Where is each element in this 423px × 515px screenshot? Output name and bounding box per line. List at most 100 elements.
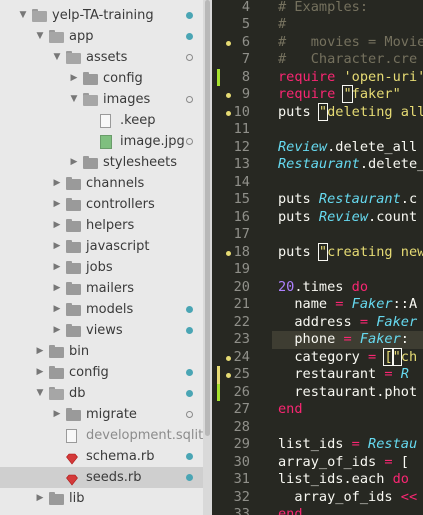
chevron-right-icon[interactable]: ▶ [69, 68, 79, 89]
code-line[interactable]: 10 puts "deleting all [212, 102, 423, 122]
chevron-right-icon[interactable]: ▶ [35, 488, 45, 509]
code-line[interactable]: 13 Restaurant.delete_ [212, 156, 423, 174]
chevron-right-icon[interactable]: ▶ [52, 278, 62, 299]
code-line[interactable]: 7 # Character.cre [212, 51, 423, 69]
code-line[interactable]: 24 category = ["ch [212, 347, 423, 367]
tree-folder-controllers[interactable]: ▶ controllers [0, 194, 203, 215]
chevron-down-icon[interactable]: ▼ [35, 383, 45, 404]
tree-folder-config[interactable]: ▶ config [0, 362, 203, 383]
code-token: name [278, 296, 336, 312]
tree-folder-channels[interactable]: ▶ channels [0, 173, 203, 194]
chevron-right-icon[interactable]: ▶ [69, 152, 79, 173]
line-number: 21 [233, 296, 250, 312]
chevron-down-icon[interactable]: ▼ [69, 89, 79, 110]
code-text: require 'open-uri' [278, 69, 423, 87]
tree-folder-helpers[interactable]: ▶ helpers [0, 215, 203, 236]
tree-folder-assets[interactable]: ▼ assets [0, 47, 203, 68]
code-token: # [278, 16, 287, 32]
code-editor[interactable]: 4 # Examples: 5 #6 # movies = Movie 7 # Charac… [212, 0, 423, 515]
sidebar-scrollbar-thumb[interactable] [205, 0, 210, 436]
code-line[interactable]: 33 end [212, 506, 423, 515]
code-line[interactable]: 27 end [212, 401, 423, 419]
code-line[interactable]: 19 [212, 261, 423, 279]
tree-folder-views[interactable]: ▶ views [0, 320, 203, 341]
git-untracked-indicator [186, 411, 193, 418]
code-token: " [317, 102, 329, 121]
chevron-right-icon[interactable]: ▶ [35, 362, 45, 383]
chevron-right-icon[interactable]: ▶ [52, 173, 62, 194]
code-line[interactable]: 30 array_of_ids = [ [212, 454, 423, 472]
tree-item-label: assets [86, 50, 128, 65]
code-token: category [278, 348, 369, 365]
code-line[interactable]: 22 address = Faker [212, 314, 423, 332]
ruby-file-icon [66, 451, 78, 465]
code-line[interactable]: 14 [212, 174, 423, 192]
code-line[interactable]: 8 require 'open-uri' [212, 68, 423, 87]
code-line[interactable]: 4 # Examples: [212, 0, 423, 16]
tree-folder-app[interactable]: ▼ app [0, 26, 203, 47]
code-line[interactable]: 15 puts Restaurant.c [212, 191, 423, 209]
tree-file--keep[interactable]: .keep [0, 110, 203, 131]
code-line[interactable]: 29 list_ids = Restau [212, 436, 423, 454]
tree-folder-javascript[interactable]: ▶ javascript [0, 236, 203, 257]
tree-folder-stylesheets[interactable]: ▶ stylesheets [0, 152, 203, 173]
code-token: Restaurant [278, 156, 360, 172]
code-line[interactable]: 17 [212, 226, 423, 244]
code-token: end [278, 401, 303, 417]
line-number: 29 [233, 436, 250, 452]
code-text: # Character.cre [278, 51, 417, 69]
code-line[interactable]: 11 [212, 121, 423, 139]
chevron-right-icon[interactable]: ▶ [52, 236, 62, 257]
code-line[interactable]: 23 phone = Faker: [212, 331, 423, 349]
line-number: 26 [233, 383, 250, 400]
tree-folder-config[interactable]: ▶ config [0, 68, 203, 89]
code-line[interactable]: 18 puts "creating new [212, 242, 423, 262]
chevron-right-icon[interactable]: ▶ [52, 257, 62, 278]
tree-file-schema-rb[interactable]: schema.rb [0, 446, 203, 467]
chevron-right-icon[interactable]: ▶ [52, 194, 62, 215]
chevron-right-icon[interactable]: ▶ [35, 341, 45, 362]
tree-file-development-sqlite3[interactable]: development.sqlite3 [0, 425, 203, 446]
file-icon [100, 114, 111, 128]
code-line[interactable]: 5 # [212, 16, 423, 34]
tree-file-seeds-rb[interactable]: seeds.rb [0, 467, 203, 488]
tree-folder-bin[interactable]: ▶ bin [0, 341, 203, 362]
chevron-down-icon[interactable]: ▼ [35, 26, 45, 47]
code-line[interactable]: 32 array_of_ids << [212, 489, 423, 507]
chevron-down-icon[interactable]: ▼ [18, 5, 28, 26]
tree-item-label: yelp-TA-training [52, 8, 154, 23]
line-number: 8 [241, 68, 250, 85]
code-line[interactable]: 21 name = Faker::A [212, 296, 423, 314]
code-line[interactable]: 26 restaurant.phot [212, 383, 423, 401]
code-text: array_of_ids = [ [278, 454, 409, 472]
code-line[interactable]: 16 puts Review.count [212, 209, 423, 227]
tree-folder-mailers[interactable]: ▶ mailers [0, 278, 203, 299]
code-token: Faker [359, 331, 401, 347]
code-line[interactable]: 25 restaurant = R [212, 366, 423, 384]
code-line[interactable]: 20 20.times do [212, 279, 423, 297]
code-text: end [278, 506, 303, 515]
code-token: .count [368, 208, 418, 225]
tree-file-image-jpg[interactable]: image.jpg [0, 131, 203, 152]
tree-folder-migrate[interactable]: ▶ migrate [0, 404, 203, 425]
tree-item-label: .keep [120, 113, 156, 128]
folder-open-icon [66, 51, 81, 64]
chevron-down-icon[interactable]: ▼ [52, 47, 62, 68]
tree-folder-jobs[interactable]: ▶ jobs [0, 257, 203, 278]
chevron-right-icon[interactable]: ▶ [52, 299, 62, 320]
code-line[interactable]: 9 require "faker" [212, 85, 423, 104]
code-line[interactable]: 6 # movies = Movie [212, 34, 423, 52]
tree-folder-yelp-ta-training[interactable]: ▼ yelp-TA-training [0, 5, 203, 26]
tree-folder-images[interactable]: ▼ images [0, 89, 203, 110]
chevron-right-icon[interactable]: ▶ [52, 404, 62, 425]
tree-folder-lib[interactable]: ▶ lib [0, 488, 203, 509]
tree-folder-db[interactable]: ▼ db [0, 383, 203, 404]
code-token: 'open-uri' [343, 68, 423, 85]
code-line[interactable]: 28 [212, 419, 423, 437]
code-text: name = Faker::A [278, 296, 417, 314]
code-line[interactable]: 12 Review.delete_all [212, 139, 423, 157]
chevron-right-icon[interactable]: ▶ [52, 215, 62, 236]
tree-folder-models[interactable]: ▶ models [0, 299, 203, 320]
code-line[interactable]: 31 list_ids.each do [212, 471, 423, 489]
chevron-right-icon[interactable]: ▶ [52, 320, 62, 341]
